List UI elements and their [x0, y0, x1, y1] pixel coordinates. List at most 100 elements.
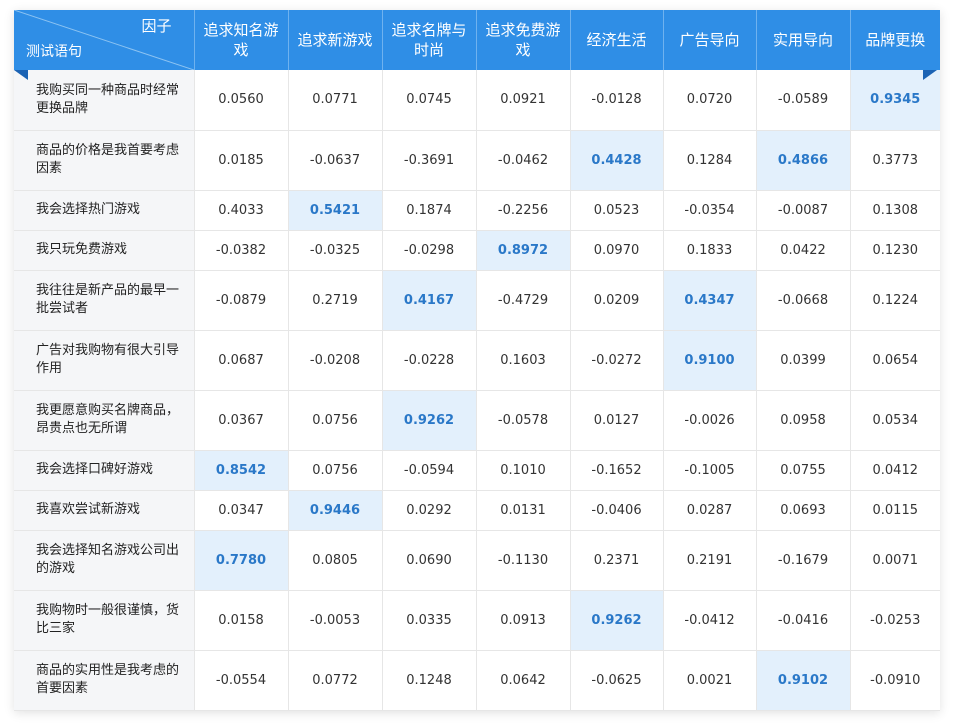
corner-label-factor: 因子: [141, 17, 172, 35]
row-label: 我会选择口碑好游戏: [14, 450, 195, 491]
loading-cell: -0.0026: [663, 390, 757, 451]
column-header: 经济生活: [570, 10, 664, 70]
loading-cell: 0.1230: [850, 230, 940, 271]
table-row: 我更愿意购买名牌商品，昂贵点也无所谓 0.0367 0.0756 0.9262 -0.0…: [14, 390, 940, 451]
loading-cell: -0.0354: [663, 190, 757, 231]
loading-cell: 0.0367: [194, 390, 289, 451]
factor-loading-table: 因子 测试语句 追求知名游戏 追求新游戏 追求名牌与时尚 追求免费游戏 经济生活 广告导向…: [14, 10, 940, 711]
loading-cell: 0.0745: [382, 70, 477, 131]
loading-cell: 0.0913: [476, 590, 571, 651]
loading-cell: 0.0970: [570, 230, 664, 271]
loading-cell: -0.1130: [476, 530, 571, 591]
loading-cell: 0.0287: [663, 490, 757, 531]
loading-cell-highlighted: 0.9446: [288, 490, 383, 531]
column-header: 追求免费游戏: [476, 10, 571, 70]
loading-cell-highlighted: 0.9100: [663, 330, 757, 391]
loading-cell: 0.1874: [382, 190, 477, 231]
loading-cell: -0.0325: [288, 230, 383, 271]
loading-cell: 0.1308: [850, 190, 940, 231]
loading-cell: -0.0382: [194, 230, 289, 271]
loading-cell-highlighted: 0.5421: [288, 190, 383, 231]
loading-cell-highlighted: 0.7780: [194, 530, 289, 591]
loading-cell: -0.0272: [570, 330, 664, 391]
loading-cell: -0.0578: [476, 390, 571, 451]
loading-cell: -0.2256: [476, 190, 571, 231]
column-header: 追求名牌与时尚: [382, 10, 477, 70]
loading-cell: 0.0422: [756, 230, 851, 271]
loading-cell: -0.0208: [288, 330, 383, 391]
loading-cell: 0.0756: [288, 390, 383, 451]
loading-cell: 0.0958: [756, 390, 851, 451]
loading-cell: 0.0335: [382, 590, 477, 651]
loading-cell: -0.0128: [570, 70, 664, 131]
row-label: 广告对我购物有很大引导作用: [14, 330, 195, 391]
loading-cell: -0.0668: [756, 270, 851, 331]
loading-cell: -0.0412: [663, 590, 757, 651]
row-label: 我只玩免费游戏: [14, 230, 195, 271]
table-row: 我会选择知名游戏公司出的游戏 0.7780 0.0805 0.0690 -0.1130 0…: [14, 530, 940, 591]
loading-cell: -0.0879: [194, 270, 289, 331]
loading-cell: 0.0185: [194, 130, 289, 191]
table-row: 我会选择热门游戏 0.4033 0.5421 0.1874 -0.2256 0.0523-…: [14, 190, 940, 231]
loading-cell: 0.1010: [476, 450, 571, 491]
column-header: 追求知名游戏: [194, 10, 289, 70]
loading-cell: 0.0805: [288, 530, 383, 591]
row-label: 商品的实用性是我考虑的首要因素: [14, 650, 195, 711]
column-header: 追求新游戏: [288, 10, 383, 70]
row-label: 商品的价格是我首要考虑因素: [14, 130, 195, 191]
loading-cell: 0.0412: [850, 450, 940, 491]
row-label: 我更愿意购买名牌商品，昂贵点也无所谓: [14, 390, 195, 451]
loading-cell: -0.0416: [756, 590, 851, 651]
loading-cell: 0.2191: [663, 530, 757, 591]
loading-cell: -0.0228: [382, 330, 477, 391]
table-row: 我购买同一种商品时经常更换品牌 0.0560 0.0771 0.0745 0.0921-…: [14, 70, 940, 131]
loading-cell: 0.0209: [570, 270, 664, 331]
loading-cell: 0.0347: [194, 490, 289, 531]
loading-cell: -0.1679: [756, 530, 851, 591]
loading-cell: -0.0589: [756, 70, 851, 131]
loading-cell: 0.0158: [194, 590, 289, 651]
loading-cell: 0.0755: [756, 450, 851, 491]
loading-cell: 0.2719: [288, 270, 383, 331]
loading-cell: 0.0690: [382, 530, 477, 591]
loading-cell: 0.0560: [194, 70, 289, 131]
loading-cell-highlighted: 0.4866: [756, 130, 851, 191]
row-label: 我购物时一般很谨慎，货比三家: [14, 590, 195, 651]
loading-cell: -0.0053: [288, 590, 383, 651]
loading-cell-highlighted: 0.9262: [570, 590, 664, 651]
table-row: 广告对我购物有很大引导作用 0.0687 -0.0208 -0.0228 0.1603-…: [14, 330, 940, 391]
loading-cell-highlighted: 0.4347: [663, 270, 757, 331]
loading-cell: 0.0127: [570, 390, 664, 451]
loading-cell: 0.0687: [194, 330, 289, 391]
loading-cell-highlighted: 0.9262: [382, 390, 477, 451]
loading-cell: 0.1284: [663, 130, 757, 191]
loading-cell: -0.1005: [663, 450, 757, 491]
table-row: 我往往是新产品的最早一批尝试者 -0.0879 0.2719 0.4167 -0.472…: [14, 270, 940, 331]
table-row: 我购物时一般很谨慎，货比三家 0.0158 -0.0053 0.0335 0.0913 0…: [14, 590, 940, 651]
loading-cell: 0.1603: [476, 330, 571, 391]
table-row: 我会选择口碑好游戏 0.8542 0.0756 -0.0594 0.1010 -0.165…: [14, 450, 940, 491]
loading-cell: -0.0637: [288, 130, 383, 191]
loading-cell-highlighted: 0.4428: [570, 130, 664, 191]
loading-cell: -0.0594: [382, 450, 477, 491]
loading-cell: 0.1833: [663, 230, 757, 271]
loading-cell: 0.0921: [476, 70, 571, 131]
table-row: 我只玩免费游戏 -0.0382 -0.0325 -0.0298 0.8972 0.0970…: [14, 230, 940, 271]
row-label: 我购买同一种商品时经常更换品牌: [14, 70, 195, 131]
loading-cell: 0.0772: [288, 650, 383, 711]
loading-cell: 0.4033: [194, 190, 289, 231]
loading-cell-highlighted: 0.4167: [382, 270, 477, 331]
table-row: 我喜欢尝试新游戏 0.0347 0.9446 0.0292 0.0131 -0.0406 0…: [14, 490, 940, 531]
loading-cell: -0.0462: [476, 130, 571, 191]
column-header: 品牌更换: [850, 10, 940, 70]
loading-cell: -0.0625: [570, 650, 664, 711]
loading-cell: 0.0399: [756, 330, 851, 391]
loading-cell: -0.0554: [194, 650, 289, 711]
loading-cell: 0.0693: [756, 490, 851, 531]
loading-cell: -0.0298: [382, 230, 477, 271]
corner-label-statement: 测试语句: [26, 44, 82, 60]
header-row: 因子 测试语句 追求知名游戏 追求新游戏 追求名牌与时尚 追求免费游戏 经济生活 广告导向…: [14, 10, 940, 70]
row-label: 我往往是新产品的最早一批尝试者: [14, 270, 195, 331]
loading-cell: 0.0756: [288, 450, 383, 491]
loading-cell: 0.0071: [850, 530, 940, 591]
